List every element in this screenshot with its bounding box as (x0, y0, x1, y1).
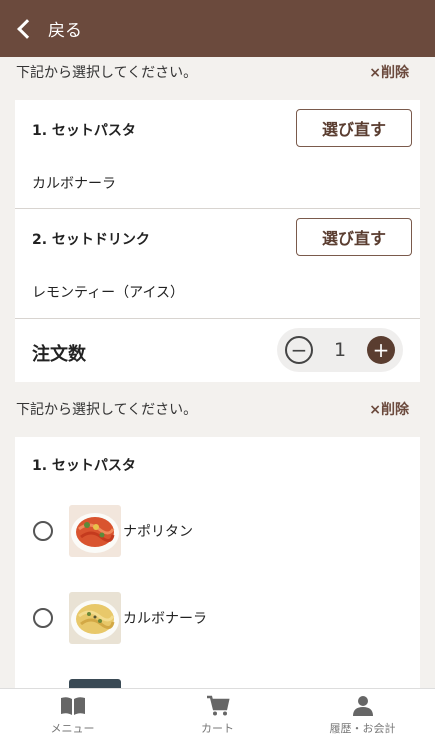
row-value: レモンティー（アイス） (32, 285, 185, 301)
napolitan-image (69, 505, 121, 557)
option-partial[interactable] (15, 675, 420, 688)
group-title: 1. セットパスタ (32, 458, 136, 474)
set-pasta-row: 1. セットパスタ 選び直す カルボナーラ (15, 100, 420, 209)
minus-icon[interactable]: − (285, 336, 313, 364)
plus-icon[interactable]: + (367, 336, 395, 364)
instruction-text: 下記から選択してください。 (16, 65, 198, 81)
quantity-row: 注文数 − 1 + (15, 319, 420, 382)
option-label: ナポリタン (123, 524, 193, 540)
option-label: カルボナーラ (123, 611, 207, 627)
section-2-bar: 下記から選択してください。 ×削除 (0, 394, 435, 424)
delete-button[interactable]: ×削除 (369, 62, 409, 82)
nav-label: カート (201, 721, 234, 735)
book-icon (60, 694, 86, 718)
reselect-drink-button[interactable]: 選び直す (296, 218, 412, 256)
section-1-bar: 下記から選択してください。 ×削除 (0, 57, 435, 87)
user-icon (352, 694, 374, 718)
instruction-text: 下記から選択してください。 (16, 402, 198, 418)
quantity-value: 1 (333, 339, 347, 361)
cart-icon (206, 694, 230, 718)
carbonara-image (69, 592, 121, 644)
radio-button[interactable] (33, 521, 53, 541)
set-drink-row: 2. セットドリンク 選び直す レモンティー（アイス） (15, 209, 420, 319)
option-napolitan[interactable]: ナポリタン (15, 501, 420, 561)
bottom-nav: メニュー カート 履歴・お会計 (0, 688, 435, 740)
back-label: 戻る (48, 21, 82, 41)
app-header: 戻る (0, 0, 435, 57)
chevron-left-icon (17, 18, 37, 39)
selection-card: 1. セットパスタ 選び直す カルボナーラ 2. セットドリンク 選び直す レモ… (15, 100, 420, 382)
nav-item-history[interactable]: 履歴・お会計 (290, 689, 435, 740)
nav-item-cart[interactable]: カート (145, 689, 290, 740)
row-title: 1. セットパスタ (32, 123, 136, 139)
quantity-label: 注文数 (32, 344, 86, 365)
option-card: 1. セットパスタ ナポリタン カルボナーラ (15, 437, 420, 688)
quantity-stepper: − 1 + (277, 328, 403, 372)
nav-item-menu[interactable]: メニュー (0, 689, 145, 740)
reselect-pasta-button[interactable]: 選び直す (296, 109, 412, 147)
row-title: 2. セットドリンク (32, 232, 150, 248)
row-value: カルボナーラ (32, 176, 116, 192)
back-button[interactable]: 戻る (16, 16, 82, 41)
nav-label: メニュー (50, 721, 95, 735)
nav-label: 履歴・お会計 (329, 721, 396, 735)
radio-button[interactable] (33, 608, 53, 628)
option-carbonara[interactable]: カルボナーラ (15, 588, 420, 648)
delete-button[interactable]: ×削除 (369, 399, 409, 419)
pasta-image (69, 679, 121, 688)
